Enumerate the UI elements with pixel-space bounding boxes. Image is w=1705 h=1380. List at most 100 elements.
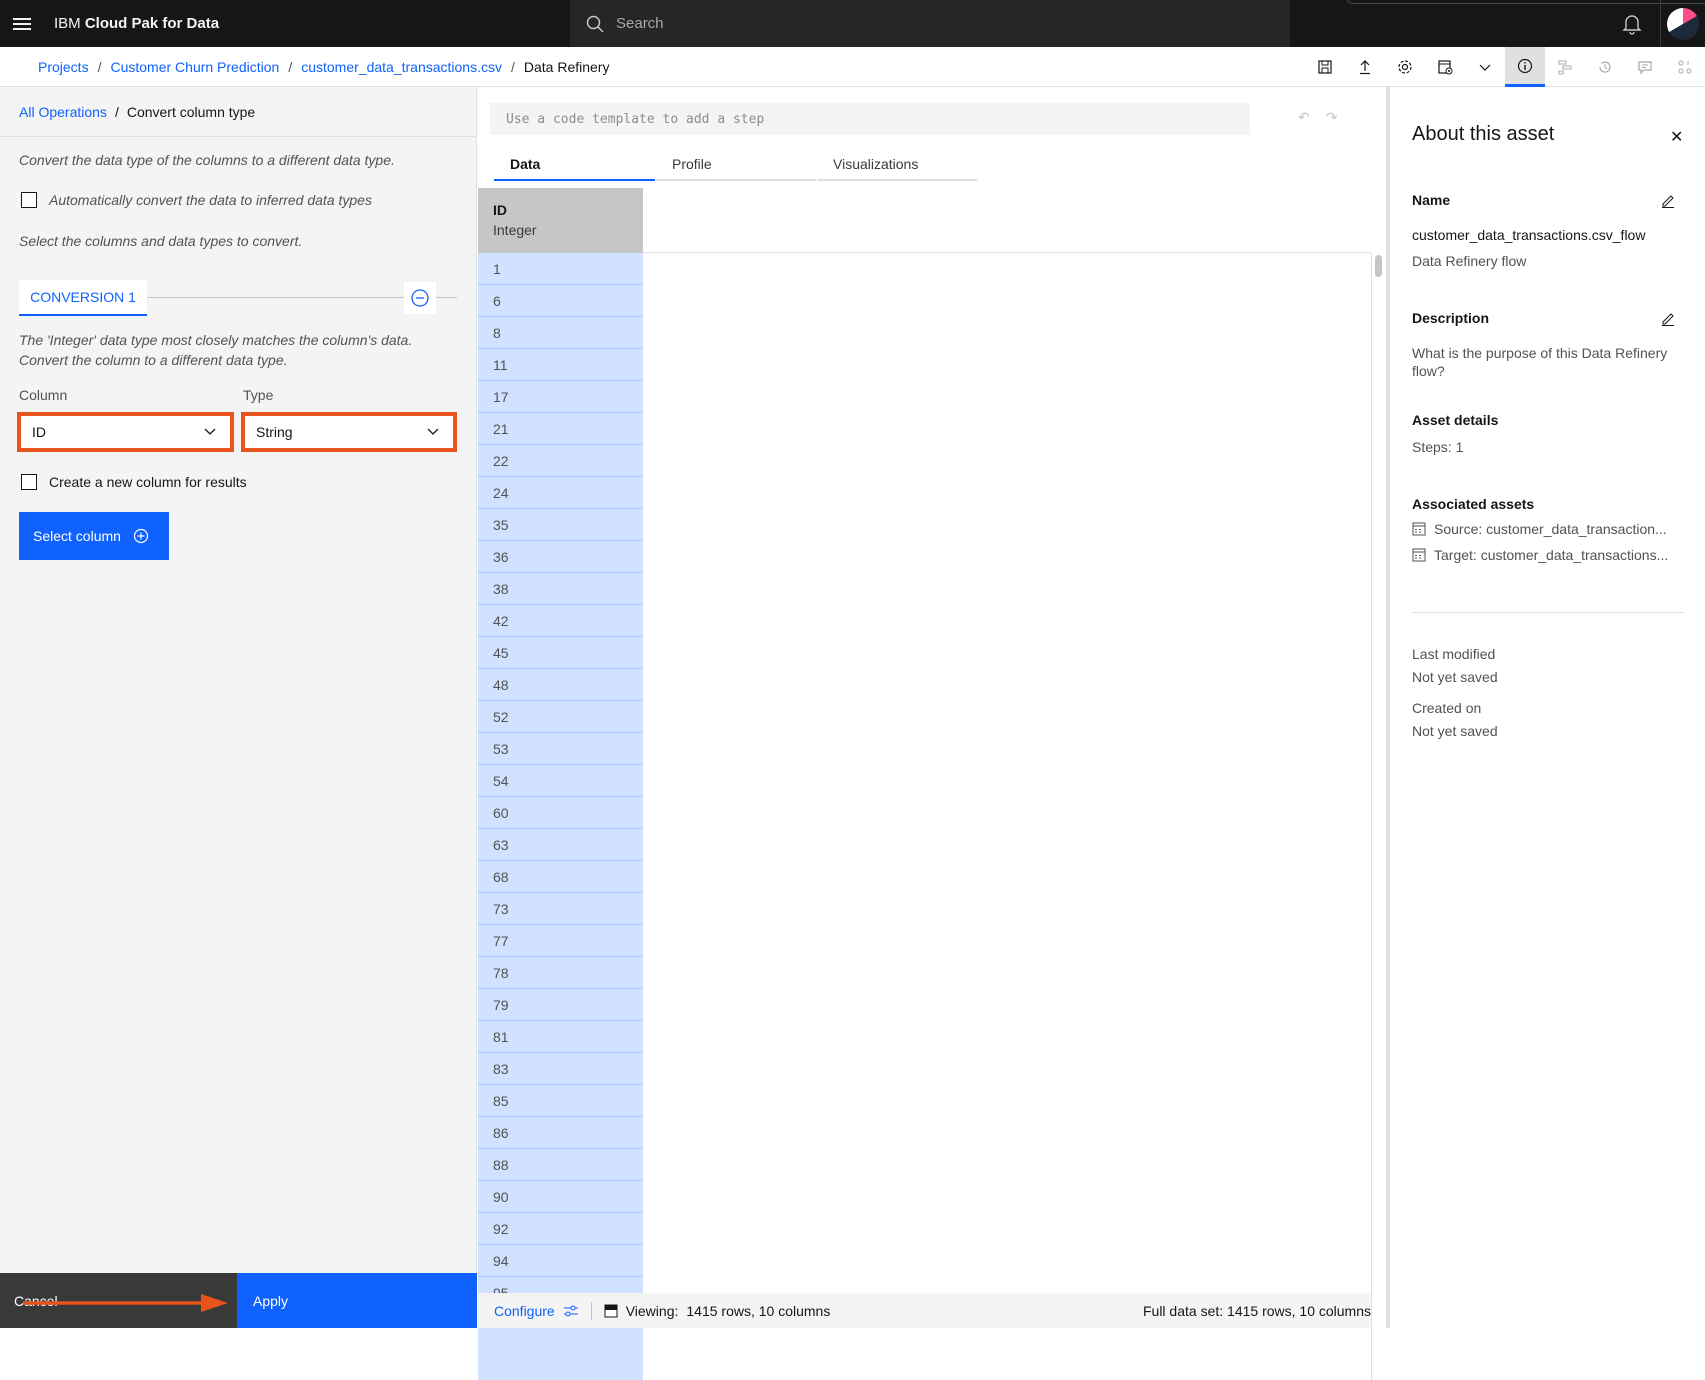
- steps-icon: [1558, 60, 1572, 75]
- table-row[interactable]: 85: [478, 1085, 643, 1117]
- table-row[interactable]: 1: [478, 253, 643, 285]
- table-row[interactable]: 48: [478, 669, 643, 701]
- view-tabs: Data Profile Visualizations: [494, 149, 978, 181]
- column-name: ID: [493, 202, 507, 218]
- info-panel-button[interactable]: [1505, 47, 1545, 87]
- table-row[interactable]: 90: [478, 1181, 643, 1213]
- table-row[interactable]: 54: [478, 765, 643, 797]
- table-row[interactable]: 77: [478, 925, 643, 957]
- menu-icon[interactable]: [0, 0, 44, 47]
- table-row[interactable]: 45: [478, 637, 643, 669]
- edit-name-icon[interactable]: [1660, 192, 1676, 208]
- description-heading: Description: [1412, 310, 1490, 326]
- table-row[interactable]: 22: [478, 445, 643, 477]
- notification-bell-icon[interactable]: [1620, 12, 1644, 36]
- conversion-hint: The 'Integer' data type most closely mat…: [19, 330, 412, 370]
- export-button[interactable]: [1345, 47, 1385, 87]
- table-row[interactable]: 81: [478, 1021, 643, 1053]
- new-column-checkbox[interactable]: [21, 474, 37, 490]
- steps-panel-button[interactable]: [1545, 47, 1585, 87]
- global-search[interactable]: Search: [570, 0, 1290, 47]
- viewing-value: 1415 rows, 10 columns: [686, 1302, 831, 1319]
- table-row[interactable]: 60: [478, 797, 643, 829]
- table-row[interactable]: 94: [478, 1245, 643, 1277]
- table-row[interactable]: 17: [478, 381, 643, 413]
- close-icon[interactable]: ✕: [1670, 127, 1683, 147]
- status-bar: Configure Viewing: 1415 rows, 10 columns…: [478, 1293, 1371, 1328]
- comments-panel-button[interactable]: [1625, 47, 1665, 87]
- asset-name: customer_data_transactions.csv_flow: [1412, 227, 1646, 243]
- table-row[interactable]: 86: [478, 1117, 643, 1149]
- table-row[interactable]: 8: [478, 317, 643, 349]
- cancel-button[interactable]: Cancel: [0, 1273, 237, 1328]
- table-row[interactable]: 63: [478, 829, 643, 861]
- created-label: Created on: [1412, 700, 1482, 716]
- remove-circle-icon: [411, 289, 429, 307]
- auto-convert-option[interactable]: Automatically convert the data to inferr…: [21, 192, 372, 208]
- table-row[interactable]: 73: [478, 893, 643, 925]
- vertical-scrollbar[interactable]: [1375, 255, 1382, 277]
- top-nav-bar: IBM Cloud Pak for Data Search: [0, 0, 1705, 47]
- table-row[interactable]: 35: [478, 509, 643, 541]
- source-asset[interactable]: Source: customer_data_transaction...: [1412, 521, 1667, 537]
- new-column-option[interactable]: Create a new column for results: [21, 474, 247, 490]
- table-row[interactable]: 24: [478, 477, 643, 509]
- table-row[interactable]: 53: [478, 733, 643, 765]
- new-column-label: Create a new column for results: [49, 474, 247, 490]
- description-placeholder: What is the purpose of this Data Refiner…: [1412, 345, 1668, 379]
- table-row[interactable]: 88: [478, 1149, 643, 1181]
- column-header-id[interactable]: ID Integer: [478, 188, 643, 253]
- schedule-job-button[interactable]: [1425, 47, 1465, 87]
- select-column-button[interactable]: Select column: [19, 512, 169, 560]
- configure-label: Configure: [494, 1302, 555, 1319]
- product-name[interactable]: IBM Cloud Pak for Data: [54, 15, 219, 32]
- auto-convert-checkbox[interactable]: [21, 192, 37, 208]
- user-avatar-button[interactable]: [1660, 0, 1705, 47]
- settings-button[interactable]: [1385, 47, 1425, 87]
- type-label: Type: [243, 387, 274, 403]
- sample-icon: [604, 1304, 618, 1317]
- tab-visualizations[interactable]: Visualizations: [817, 149, 977, 181]
- edit-description-icon[interactable]: [1660, 310, 1676, 326]
- table-row[interactable]: 78: [478, 957, 643, 989]
- created-value: Not yet saved: [1412, 723, 1498, 739]
- tab-data[interactable]: Data: [494, 149, 655, 181]
- code-template-input[interactable]: Use a code template to add a step: [490, 103, 1250, 135]
- tab-conversion-1[interactable]: CONVERSION 1: [19, 280, 147, 316]
- job-menu-toggle[interactable]: [1465, 47, 1505, 87]
- remove-conversion-button[interactable]: [404, 282, 436, 314]
- full-value: 1415 rows, 10 columns: [1227, 1302, 1371, 1319]
- target-asset[interactable]: Target: customer_data_transactions...: [1412, 547, 1668, 563]
- breadcrumb-asset[interactable]: customer_data_transactions.csv: [301, 59, 502, 75]
- save-button[interactable]: [1305, 47, 1345, 87]
- hint-line-1: The 'Integer' data type most closely mat…: [19, 332, 413, 348]
- column-dropdown[interactable]: ID: [17, 412, 234, 452]
- assets-panel-button[interactable]: [1665, 47, 1705, 87]
- table-row[interactable]: 92: [478, 1213, 643, 1245]
- search-input[interactable]: Search: [616, 15, 664, 32]
- table-row[interactable]: 38: [478, 573, 643, 605]
- type-dropdown-value: String: [256, 424, 293, 440]
- table-row[interactable]: 21: [478, 413, 643, 445]
- tab-profile[interactable]: Profile: [656, 149, 816, 181]
- redo-icon[interactable]: ↷: [1326, 109, 1338, 126]
- breadcrumb-separator: /: [510, 58, 515, 75]
- info-icon: [1517, 58, 1533, 73]
- table-row[interactable]: 11: [478, 349, 643, 381]
- apply-button[interactable]: Apply: [237, 1273, 477, 1328]
- breadcrumb-projects[interactable]: Projects: [38, 59, 89, 75]
- breadcrumb-project[interactable]: Customer Churn Prediction: [110, 59, 279, 75]
- table-row[interactable]: 36: [478, 541, 643, 573]
- table-row[interactable]: 68: [478, 861, 643, 893]
- undo-icon[interactable]: ↶: [1298, 109, 1310, 126]
- table-row[interactable]: 52: [478, 701, 643, 733]
- table-row[interactable]: 6: [478, 285, 643, 317]
- configure-button[interactable]: Configure: [494, 1303, 579, 1319]
- status-divider: [590, 1301, 592, 1320]
- all-operations-link[interactable]: All Operations: [19, 104, 107, 120]
- table-row[interactable]: 83: [478, 1053, 643, 1085]
- table-row[interactable]: 42: [478, 605, 643, 637]
- table-row[interactable]: 79: [478, 989, 643, 1021]
- type-dropdown[interactable]: String: [241, 412, 457, 452]
- history-panel-button[interactable]: [1585, 47, 1625, 87]
